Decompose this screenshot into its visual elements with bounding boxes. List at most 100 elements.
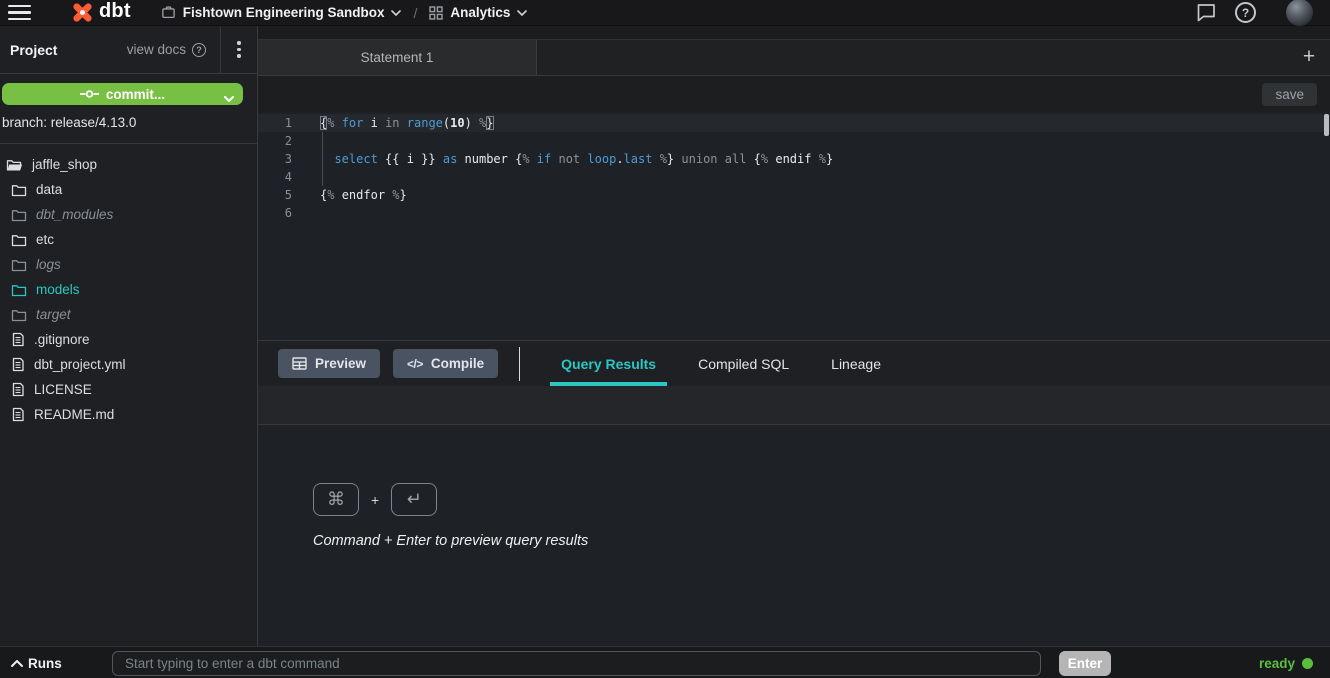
results-tab-label: Query Results xyxy=(561,356,656,372)
code-line-6[interactable]: 6 xyxy=(258,204,1330,222)
code-line-1[interactable]: 1{% for i in range(10) %} xyxy=(258,114,1330,132)
main-area: Project view docs ? commit... xyxy=(0,26,1330,646)
results-subheader xyxy=(258,386,1330,425)
dbt-logo-icon xyxy=(70,0,95,25)
chevron-down-icon[interactable] xyxy=(224,90,234,105)
results-panel: ⌘ + ↵ Command + Enter to preview query r… xyxy=(258,425,1330,646)
chat-icon[interactable] xyxy=(1196,3,1217,22)
line-number: 6 xyxy=(258,204,292,222)
project-switcher[interactable]: Analytics xyxy=(429,5,527,20)
kebab-menu-icon[interactable] xyxy=(221,41,257,57)
folder-icon xyxy=(11,258,27,272)
enter-button[interactable]: Enter xyxy=(1059,651,1111,676)
question-circle-icon: ? xyxy=(192,43,206,57)
file-icon xyxy=(11,382,25,397)
tree-item-license[interactable]: LICENSE xyxy=(0,377,257,402)
tree-item-label: dbt_modules xyxy=(36,207,113,222)
file-tree: jaffle_shopdata dbt_modulesetc logs models t… xyxy=(0,144,257,427)
status-dot-icon xyxy=(1302,658,1313,669)
commit-icon xyxy=(80,89,99,99)
commit-button[interactable]: commit... xyxy=(2,83,243,105)
compile-button[interactable]: </> Compile xyxy=(393,349,498,378)
tree-item-label: target xyxy=(36,307,71,322)
code-line-3[interactable]: 3 select {{ i }} as number {% if not loo… xyxy=(258,150,1330,168)
chevron-up-icon xyxy=(11,660,23,667)
file-icon xyxy=(11,407,25,422)
runs-label: Runs xyxy=(28,656,62,671)
view-docs-link[interactable]: view docs ? xyxy=(127,42,206,57)
grid-icon xyxy=(429,6,443,20)
compile-label: Compile xyxy=(431,356,484,371)
code-line-5[interactable]: 5{% endfor %} xyxy=(258,186,1330,204)
tree-item--gitignore[interactable]: .gitignore xyxy=(0,327,257,352)
tree-item-label: LICENSE xyxy=(34,382,92,397)
sidebar-title: Project xyxy=(10,42,57,58)
tree-item-label: models xyxy=(36,282,80,297)
empty-state-hint: ⌘ + ↵ Command + Enter to preview query r… xyxy=(313,483,588,549)
runs-toggle[interactable]: Runs xyxy=(11,647,62,678)
code-line-2[interactable]: 2 xyxy=(258,132,1330,150)
line-number: 1 xyxy=(258,114,292,132)
return-key-icon: ↵ xyxy=(391,483,437,516)
view-docs-label: view docs xyxy=(127,42,186,57)
results-tab-lineage[interactable]: Lineage xyxy=(820,341,892,386)
new-tab-button[interactable]: + xyxy=(1296,44,1322,70)
tree-item-label: dbt_project.yml xyxy=(34,357,126,372)
account-switcher[interactable]: Fishtown Engineering Sandbox xyxy=(161,5,402,20)
status-text: ready xyxy=(1259,656,1295,671)
tree-item-data[interactable]: data xyxy=(0,177,257,202)
command-key-icon: ⌘ xyxy=(313,483,359,516)
line-number: 4 xyxy=(258,168,292,186)
file-icon xyxy=(11,332,25,347)
folder-icon xyxy=(11,233,27,247)
breadcrumb-separator: / xyxy=(413,5,417,21)
user-avatar[interactable] xyxy=(1286,0,1313,26)
editor-tab-statement-1[interactable]: Statement 1 xyxy=(258,40,537,75)
tree-item-jaffle-shop[interactable]: jaffle_shop xyxy=(0,152,257,177)
tree-item-label: README.md xyxy=(34,407,114,422)
code-line-4[interactable]: 4 xyxy=(258,168,1330,186)
tree-item-label: etc xyxy=(36,232,54,247)
results-tab-compiled-sql[interactable]: Compiled SQL xyxy=(687,341,800,386)
editor-scrollbar[interactable] xyxy=(1324,114,1329,136)
code-line-text: {% for i in range(10) %} xyxy=(292,114,494,132)
dbt-command-input[interactable] xyxy=(112,651,1041,676)
briefcase-icon xyxy=(161,5,176,20)
commit-label: commit... xyxy=(106,87,165,102)
line-number: 5 xyxy=(258,186,292,204)
code-line-text xyxy=(292,168,320,186)
tree-item-target[interactable]: target xyxy=(0,302,257,327)
tree-item-readme-md[interactable]: README.md xyxy=(0,402,257,427)
file-icon xyxy=(11,357,25,372)
code-line-text: {% endfor %} xyxy=(292,186,407,204)
code-editor[interactable]: 1{% for i in range(10) %}23 select {{ i … xyxy=(258,112,1330,341)
toolbar-divider xyxy=(519,347,520,381)
preview-button[interactable]: Preview xyxy=(278,349,380,378)
results-tab-label: Lineage xyxy=(831,356,881,372)
tree-item-dbt-modules[interactable]: dbt_modules xyxy=(0,202,257,227)
results-tab-label: Compiled SQL xyxy=(698,356,789,372)
folder-open-icon xyxy=(6,158,23,172)
tree-item-models[interactable]: models xyxy=(0,277,257,302)
chevron-down-icon xyxy=(517,10,527,16)
chevron-down-icon xyxy=(391,10,401,16)
project-name: Analytics xyxy=(450,5,510,20)
tree-item-etc[interactable]: etc xyxy=(0,227,257,252)
tree-item-label: data xyxy=(36,182,62,197)
results-tab-query-results[interactable]: Query Results xyxy=(550,341,667,386)
line-number: 3 xyxy=(258,150,292,168)
dbt-logo-text: dbt xyxy=(99,1,131,24)
tree-item-label: .gitignore xyxy=(34,332,90,347)
code-line-text xyxy=(292,132,320,150)
help-icon[interactable]: ? xyxy=(1235,2,1256,23)
code-line-text: select {{ i }} as number {% if not loop.… xyxy=(292,150,833,168)
status-indicator: ready xyxy=(1259,647,1313,678)
preview-label: Preview xyxy=(315,356,366,371)
editor-column: Statement 1 + save 1{% for i in range(10… xyxy=(258,26,1330,646)
tree-item-dbt-project-yml[interactable]: dbt_project.yml xyxy=(0,352,257,377)
dbt-logo: dbt xyxy=(70,0,131,25)
hamburger-menu-icon[interactable] xyxy=(0,0,40,26)
save-button[interactable]: save xyxy=(1262,83,1317,106)
tree-item-logs[interactable]: logs xyxy=(0,252,257,277)
branch-label: branch: release/4.13.0 xyxy=(2,115,257,130)
